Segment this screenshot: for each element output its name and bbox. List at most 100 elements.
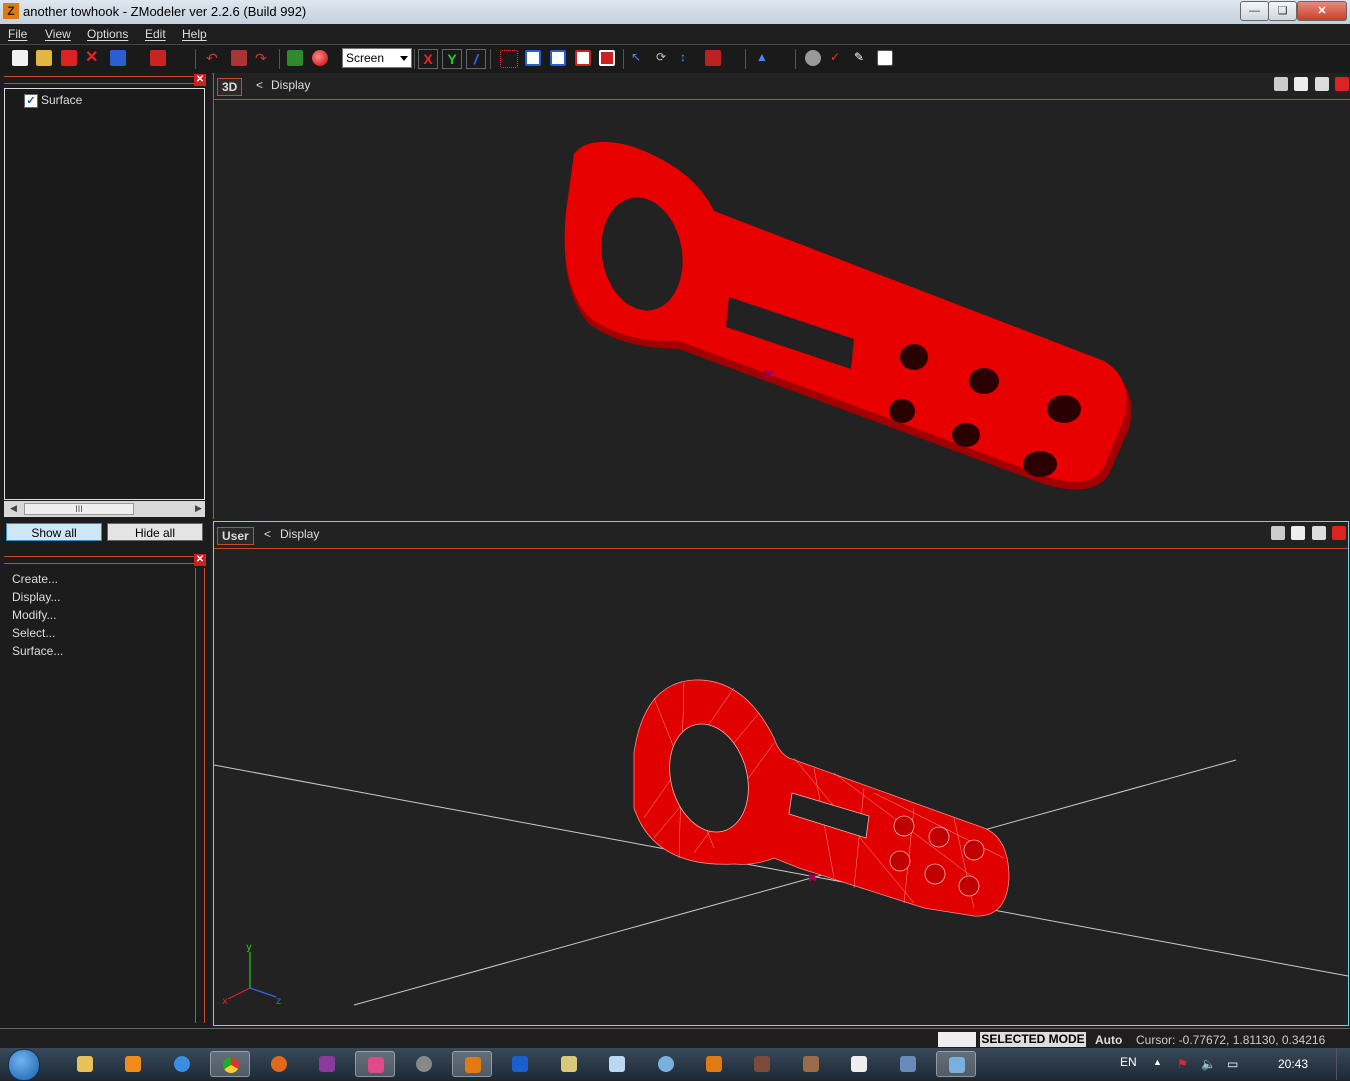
menu-file[interactable]: File	[8, 27, 27, 41]
menu-help[interactable]: Help	[182, 27, 207, 41]
zmodeler-app-icon[interactable]: Z	[3, 3, 19, 19]
minimize-button[interactable]: —	[1240, 1, 1269, 21]
task-game-1[interactable]	[742, 1051, 782, 1077]
task-game-2[interactable]	[791, 1051, 831, 1077]
task-notepad[interactable]	[597, 1051, 637, 1077]
task-paint[interactable]	[549, 1051, 589, 1077]
selected-mode-indicator[interactable]: SELECTED MODE	[980, 1032, 1086, 1047]
action-center-flag-icon[interactable]: ⚑	[1177, 1057, 1188, 1071]
viewport-3d-back[interactable]: <	[256, 78, 263, 92]
pick-icon[interactable]: ✓	[830, 50, 846, 66]
new-file-icon[interactable]	[12, 50, 28, 66]
zoom-icon[interactable]	[1270, 526, 1285, 540]
command-modify[interactable]: Modify...	[12, 608, 63, 626]
tree-horizontal-scrollbar[interactable]: ◀ III ▶	[4, 501, 205, 517]
auto-indicator[interactable]: Auto	[1095, 1033, 1122, 1047]
command-surface[interactable]: Surface...	[12, 644, 63, 662]
viewport-user-display-label[interactable]: Display	[280, 527, 319, 541]
object-tree[interactable]: ✓ Surface	[4, 88, 205, 500]
viewport-user[interactable]: User < Display ✖ y x z	[213, 521, 1349, 1026]
show-desktop-button[interactable]	[1336, 1048, 1350, 1080]
pen-icon[interactable]: ✎	[854, 50, 870, 66]
task-steam[interactable]	[404, 1051, 444, 1077]
tree-item-surface[interactable]: Surface	[41, 93, 82, 107]
task-explorer[interactable]	[65, 1051, 105, 1077]
pointer-tool-icon[interactable]: ▲	[756, 50, 772, 66]
volume-icon[interactable]: 🔈	[1201, 1057, 1216, 1071]
cube-top-icon[interactable]	[575, 50, 591, 66]
commands-scrollbar[interactable]	[195, 568, 205, 1023]
command-display[interactable]: Display...	[12, 590, 63, 608]
task-internet-explorer[interactable]	[162, 1051, 202, 1077]
scale-tool-icon[interactable]: ↕	[680, 50, 696, 66]
graph-icon[interactable]	[877, 50, 893, 66]
viewport-3d[interactable]: 3D < Display ✖	[213, 73, 1350, 519]
start-button[interactable]	[8, 1049, 40, 1081]
redo-icon[interactable]: ↷	[255, 50, 271, 66]
task-app-window[interactable]	[936, 1051, 976, 1077]
zoom-icon[interactable]	[1273, 77, 1288, 91]
import-icon[interactable]	[110, 50, 126, 66]
maximize-viewport-icon[interactable]	[1332, 526, 1346, 540]
axis-y-toggle[interactable]: Y	[442, 49, 462, 69]
scroll-left-icon[interactable]: ◀	[10, 503, 17, 514]
task-zmodeler[interactable]	[452, 1051, 492, 1077]
task-app-blue[interactable]	[500, 1051, 540, 1077]
snap-tool-icon[interactable]	[705, 50, 721, 66]
close-button[interactable]: ✕	[1297, 1, 1347, 21]
select-vertex-icon[interactable]	[500, 50, 518, 68]
task-chrome[interactable]	[210, 1051, 250, 1077]
material-sphere-icon[interactable]	[312, 50, 328, 66]
menu-view[interactable]: View	[45, 27, 71, 41]
menu-options[interactable]: Options	[87, 27, 128, 41]
show-hidden-icons-icon[interactable]: ▲	[1153, 1057, 1162, 1067]
undo-icon[interactable]: ↶	[206, 50, 222, 66]
hide-all-button[interactable]: Hide all	[107, 523, 203, 541]
task-zmodeler-2[interactable]	[694, 1051, 734, 1077]
magnet-icon[interactable]	[805, 50, 821, 66]
delete-icon[interactable]: ✕	[85, 50, 101, 66]
network-icon[interactable]: ▭	[1227, 1057, 1238, 1071]
surface-checkbox[interactable]: ✓	[24, 94, 38, 108]
viewport-3d-display-label[interactable]: Display	[271, 78, 310, 92]
task-app-circle[interactable]	[646, 1051, 686, 1077]
task-media-player[interactable]	[113, 1051, 153, 1077]
viewport-user-back[interactable]: <	[264, 527, 271, 541]
cube-front-icon[interactable]	[525, 50, 541, 66]
menu-edit[interactable]: Edit	[145, 27, 166, 41]
view-select-dropdown[interactable]: Screen	[342, 48, 412, 68]
objects-panel-close-icon[interactable]: ✕	[194, 74, 206, 86]
cube-selected-icon[interactable]	[599, 50, 615, 66]
cube-side-icon[interactable]	[550, 50, 566, 66]
export-icon[interactable]	[150, 50, 166, 66]
open-folder-icon[interactable]	[36, 50, 52, 66]
scroll-thumb[interactable]: III	[24, 503, 134, 515]
viewport-3d-tag[interactable]: 3D	[217, 78, 243, 96]
clock[interactable]: 20:43	[1278, 1057, 1308, 1071]
towhook-solid-render[interactable]: ✖	[214, 99, 1350, 519]
command-create[interactable]: Create...	[12, 572, 63, 590]
task-app-white[interactable]	[839, 1051, 879, 1077]
axis-z-toggle[interactable]: /	[466, 49, 486, 69]
scroll-right-icon[interactable]: ▶	[195, 503, 202, 514]
commands-panel-close-icon[interactable]: ✕	[194, 554, 206, 566]
towhook-wireframe-render[interactable]: ✖ y x z	[214, 548, 1348, 1025]
task-app-network[interactable]	[888, 1051, 928, 1077]
pan-hand-icon[interactable]	[1294, 77, 1309, 91]
rotate-view-icon[interactable]	[1311, 526, 1326, 540]
viewport-user-tag[interactable]: User	[217, 527, 254, 545]
move-tool-icon[interactable]: ↖	[631, 50, 647, 66]
task-winrar[interactable]	[307, 1051, 347, 1077]
maximize-viewport-icon[interactable]	[1335, 77, 1349, 91]
language-indicator[interactable]: EN	[1120, 1055, 1137, 1069]
rotate-tool-icon[interactable]: ⟳	[656, 50, 672, 66]
rotate-view-icon[interactable]	[1314, 77, 1329, 91]
clipboard-icon[interactable]	[231, 50, 247, 66]
show-all-button[interactable]: Show all	[6, 523, 102, 541]
save-icon[interactable]	[61, 50, 77, 66]
command-select[interactable]: Select...	[12, 626, 63, 644]
render-icon[interactable]	[287, 50, 303, 66]
task-app-pink[interactable]	[355, 1051, 395, 1077]
axis-x-toggle[interactable]: X	[418, 49, 438, 69]
task-firefox[interactable]	[259, 1051, 299, 1077]
